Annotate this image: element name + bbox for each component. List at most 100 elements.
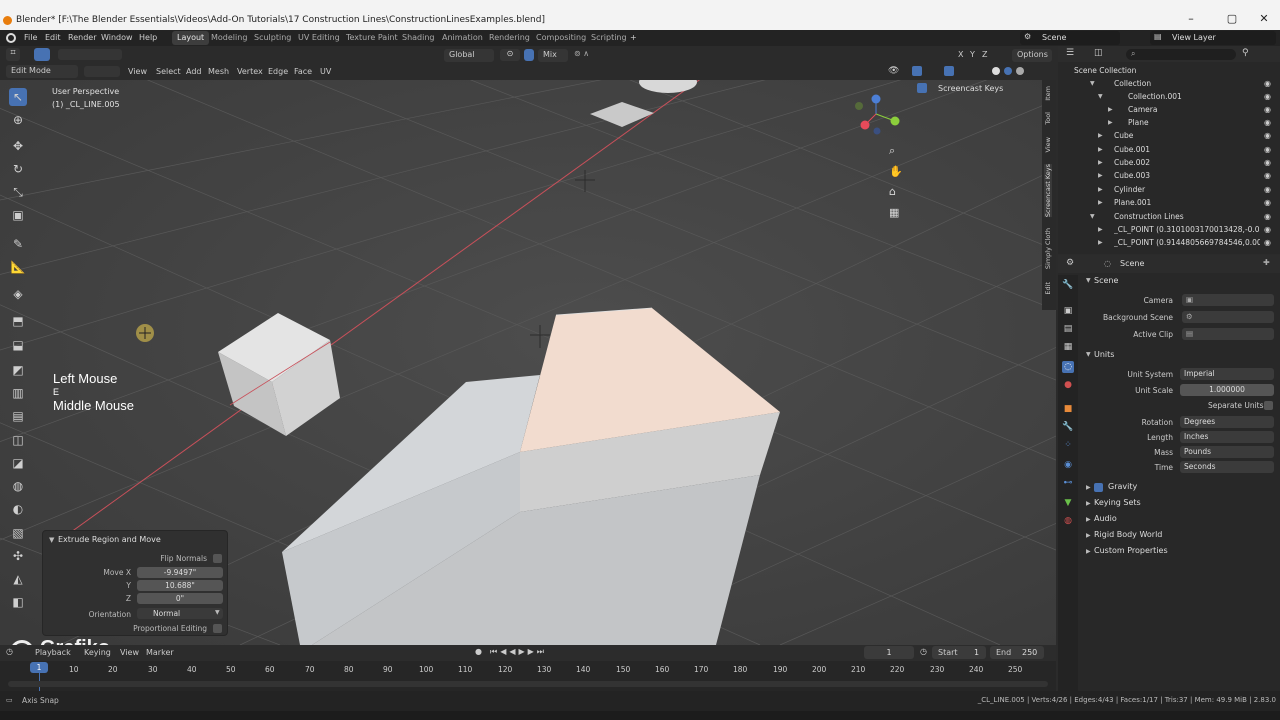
tab-sculpting[interactable]: Sculpting: [249, 31, 296, 45]
menu-marker[interactable]: Marker: [146, 648, 174, 657]
maximize-icon[interactable]: ▢: [1226, 13, 1238, 24]
playhead-marker[interactable]: 1: [30, 662, 48, 673]
material-shading-icon[interactable]: [1004, 67, 1012, 75]
section-audio[interactable]: Audio: [1094, 514, 1117, 523]
view-layer-selector[interactable]: ▤ View Layer: [1150, 31, 1276, 45]
transform-orientation-dropdown[interactable]: Global: [444, 49, 494, 62]
section-custom-properties[interactable]: Custom Properties: [1094, 546, 1168, 555]
shrink-tool-icon[interactable]: ▧: [9, 524, 27, 542]
mirror-z[interactable]: Z: [982, 50, 987, 59]
end-frame-field[interactable]: End 250: [990, 646, 1044, 659]
spin-tool-icon[interactable]: ◪: [9, 454, 27, 472]
menu-edit[interactable]: Edit: [45, 33, 61, 42]
outliner-editor-icon[interactable]: ☰: [1066, 48, 1074, 58]
physics-tab-icon[interactable]: ◉: [1062, 459, 1074, 471]
view-layer-tab-icon[interactable]: ▦: [1062, 341, 1074, 353]
loop-cut-tool-icon[interactable]: ▥: [9, 384, 27, 402]
display-mode-icon[interactable]: ◫: [1094, 48, 1103, 58]
section-units[interactable]: Units: [1094, 350, 1114, 359]
shear-tool-icon[interactable]: ✣: [9, 547, 27, 565]
timeline-editor-icon[interactable]: ◷: [6, 647, 13, 656]
outliner[interactable]: ☰ ◫ ⌕ ⚲ Scene Collection ▼ Collection ◉ ▼ C…: [1058, 46, 1280, 254]
section-scene[interactable]: Scene: [1094, 276, 1118, 285]
tab-edit[interactable]: Edit: [1044, 282, 1052, 295]
smooth-tool-icon[interactable]: ◍: [9, 477, 27, 495]
menu-file[interactable]: File: [24, 33, 37, 42]
render-tab-icon[interactable]: ▣: [1062, 305, 1074, 317]
visibility-icon[interactable]: 👁: [888, 66, 899, 76]
knife-tool-icon[interactable]: ▤: [9, 407, 27, 425]
tab-view[interactable]: View: [1044, 137, 1052, 152]
unit-scale-field[interactable]: 1.000000: [1180, 384, 1274, 396]
unit-system-dropdown[interactable]: Imperial: [1180, 368, 1274, 380]
close-icon[interactable]: ✕: [1258, 13, 1270, 24]
tab-compositing[interactable]: Compositing: [531, 31, 591, 45]
menu-face[interactable]: Face: [294, 67, 312, 76]
expand-icon[interactable]: ▶: [1086, 548, 1091, 555]
timeline-scrollbar[interactable]: [8, 681, 1048, 687]
move-tool-icon[interactable]: ✥: [9, 137, 27, 155]
mode-dropdown[interactable]: Edit Mode: [6, 65, 78, 78]
menu-edge[interactable]: Edge: [268, 67, 288, 76]
rotate-tool-icon[interactable]: ↻: [9, 160, 27, 178]
gravity-checkbox[interactable]: [1094, 483, 1103, 492]
outliner-row[interactable]: ▶ Cube.001 ◉: [1058, 144, 1280, 157]
particles-tab-icon[interactable]: ⁘: [1062, 439, 1074, 451]
outliner-search-input[interactable]: ⌕: [1126, 49, 1236, 60]
menu-keying[interactable]: Keying: [84, 648, 111, 657]
move-y-field[interactable]: 10.688": [137, 580, 223, 591]
outliner-row[interactable]: Scene Collection: [1058, 65, 1280, 78]
transform-tool-icon[interactable]: ▣: [9, 206, 27, 224]
selection-mode-buttons[interactable]: [58, 49, 122, 60]
modifier-tab-icon[interactable]: 🔧: [1062, 421, 1074, 433]
current-frame-field[interactable]: 1: [864, 646, 914, 659]
menu-render[interactable]: Render: [68, 33, 96, 42]
pivot-icon[interactable]: ⊙: [500, 49, 520, 61]
menu-mesh[interactable]: Mesh: [208, 67, 229, 76]
outliner-row[interactable]: ▶ Cylinder ◉: [1058, 184, 1280, 197]
scene-tab-icon[interactable]: ◌: [1062, 361, 1074, 373]
rip-tool-icon[interactable]: ◭: [9, 570, 27, 588]
collapse-icon[interactable]: ▼: [1086, 277, 1091, 284]
outliner-row[interactable]: ▶ Cube.002 ◉: [1058, 157, 1280, 170]
tab-animation[interactable]: Animation: [437, 31, 488, 45]
start-frame-field[interactable]: Start 1: [932, 646, 986, 659]
outliner-row[interactable]: ▶ _CL_POINT (0.3101003170013428,-0.010 ◉: [1058, 224, 1280, 237]
minimize-icon[interactable]: –: [1185, 13, 1197, 24]
construction-lines-tool-icon[interactable]: ◧: [9, 593, 27, 611]
outliner-row[interactable]: ▶ _CL_POINT (0.9144805669784546,0.005 ◉: [1058, 237, 1280, 250]
menu-playback[interactable]: Playback: [35, 648, 71, 657]
expand-icon[interactable]: ▶: [1086, 532, 1091, 539]
measure-tool-icon[interactable]: 📐: [9, 258, 27, 276]
constraints-tab-icon[interactable]: ⊷: [1062, 477, 1074, 489]
proportional-editing-checkbox[interactable]: [213, 624, 222, 633]
add-workspace-button[interactable]: +: [630, 33, 637, 42]
menu-add[interactable]: Add: [186, 67, 202, 76]
expand-icon[interactable]: ▶: [1086, 484, 1091, 491]
pin-icon[interactable]: ✚: [1263, 258, 1270, 267]
menu-vertex[interactable]: Vertex: [237, 67, 263, 76]
overlay-icon[interactable]: [944, 66, 954, 76]
camera-field[interactable]: ▣: [1182, 294, 1274, 306]
outliner-row[interactable]: ▶ Camera ◉: [1058, 104, 1280, 117]
playback-controls-icon[interactable]: ⏮◀◀▶▶⏭: [490, 647, 547, 657]
proportional-edit-icon[interactable]: ⊚ ∧: [574, 49, 589, 58]
mirror-y[interactable]: Y: [970, 50, 975, 59]
length-dropdown[interactable]: Inches: [1180, 431, 1274, 443]
outliner-row[interactable]: ▶ Cube.003 ◉: [1058, 170, 1280, 183]
expand-icon[interactable]: ▶: [1086, 516, 1091, 523]
tab-rendering[interactable]: Rendering: [484, 31, 535, 45]
tab-modeling[interactable]: Modeling: [206, 31, 252, 45]
gizmo-icon[interactable]: [912, 66, 922, 76]
add-cube-tool-icon[interactable]: ◈: [9, 285, 27, 303]
rotation-dropdown[interactable]: Degrees: [1180, 416, 1274, 428]
scene-selector[interactable]: ⚙ Scene: [1020, 31, 1120, 45]
tab-scripting[interactable]: Scripting: [586, 31, 632, 45]
select-box-icon[interactable]: [34, 48, 50, 61]
timeline-editor[interactable]: ◷ Playback Keying View Marker ● ⏮◀◀▶▶⏭ 1…: [0, 645, 1056, 691]
tab-screencast-keys[interactable]: Screencast Keys: [1044, 164, 1052, 218]
flip-normals-checkbox[interactable]: [213, 554, 222, 563]
extrude-tool-icon[interactable]: ⬒: [9, 312, 27, 330]
outliner-row[interactable]: ▼ Construction Lines ◉: [1058, 211, 1280, 224]
time-dropdown[interactable]: Seconds: [1180, 461, 1274, 473]
